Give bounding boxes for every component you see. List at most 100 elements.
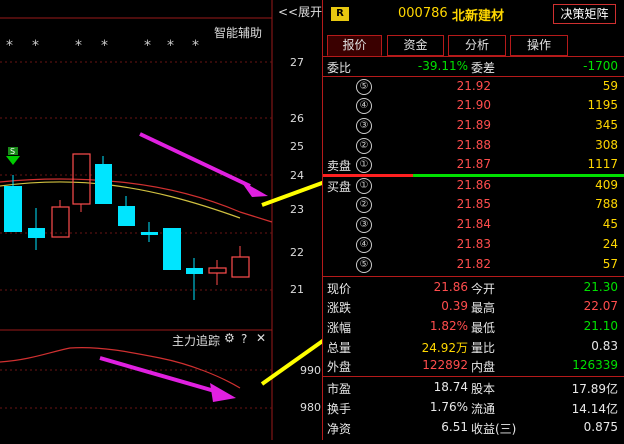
stat-label: 总量: [327, 341, 352, 355]
buy-price[interactable]: 21.85: [420, 197, 491, 211]
star-6: *: [167, 38, 174, 54]
sell-volume: 345: [595, 118, 618, 132]
level-badge: ③: [356, 217, 372, 233]
stat-value: 17.89亿: [571, 382, 618, 396]
candle: [4, 186, 22, 232]
star-4: *: [101, 38, 108, 54]
stat-value: 126339: [572, 358, 618, 372]
sell-ratio-bar: [323, 174, 413, 177]
kline-chart[interactable]: [0, 0, 424, 440]
stat-label: 净资: [327, 422, 352, 436]
price-tick: 22: [290, 246, 304, 259]
stat-label: 现价: [327, 282, 352, 296]
help-icon[interactable]: ?: [241, 332, 247, 346]
ma-line-red: [0, 178, 273, 223]
stat-value: 0.39: [441, 299, 468, 313]
star-3: *: [75, 38, 82, 54]
stat-value: 21.10: [583, 319, 618, 333]
stat-value: 18.74: [433, 380, 468, 394]
price-tick: 27: [290, 56, 304, 69]
weibi-label: 委比: [327, 61, 352, 75]
expand-button[interactable]: <<展开: [278, 3, 322, 20]
stat-label: 涨幅: [327, 321, 352, 335]
candle: [118, 206, 135, 226]
stat-value: 1.76%: [429, 400, 468, 414]
weicha-label: 委差: [471, 61, 496, 75]
indicator-curve: [0, 347, 241, 389]
stat-value: 0.875: [583, 420, 618, 434]
stat-value: 21.86: [433, 280, 468, 294]
sell-price[interactable]: 21.87: [420, 157, 491, 171]
sell-price[interactable]: 21.88: [420, 138, 491, 152]
buy-label: 买盘: [327, 180, 352, 194]
stock-name: 北新建材: [452, 9, 505, 24]
stat-value: 24.92万: [421, 341, 468, 355]
price-tick: 26: [290, 112, 304, 125]
gear-icon[interactable]: ⚙: [224, 331, 235, 345]
r-badge: R: [331, 7, 349, 21]
stat-label: 涨跌: [327, 301, 352, 315]
level-badge: ②: [356, 197, 372, 213]
kline-svg: [0, 0, 424, 440]
level-badge: ⑤: [356, 257, 372, 273]
level-badge: ⑤: [356, 79, 372, 95]
level-badge: ④: [356, 98, 372, 114]
stat-label: 股本: [471, 382, 496, 396]
sell-price[interactable]: 21.89: [420, 118, 491, 132]
sell-price[interactable]: 21.90: [420, 98, 491, 112]
indicator-tick: 990: [300, 364, 321, 377]
stat-label: 换手: [327, 402, 352, 416]
weibi-value: -39.11%: [417, 59, 468, 73]
sell-volume: 308: [595, 138, 618, 152]
sell-price[interactable]: 21.92: [420, 79, 491, 93]
close-icon[interactable]: ✕: [256, 331, 266, 345]
down-arrow-icon: [6, 156, 20, 165]
indicator-label[interactable]: 主力追踪: [172, 332, 220, 349]
tab-operation[interactable]: 操作: [510, 35, 568, 56]
price-tick: 21: [290, 283, 304, 296]
level-badge: ①: [356, 178, 372, 194]
candle: [141, 232, 158, 235]
buy-price[interactable]: 21.83: [420, 237, 491, 251]
stat-label: 内盘: [471, 360, 496, 374]
stat-value: 14.14亿: [571, 402, 618, 416]
level-badge: ④: [356, 237, 372, 253]
candles: [4, 153, 250, 300]
candle: [231, 256, 250, 278]
buy-volume: 45: [602, 217, 618, 231]
stat-value: 22.07: [583, 299, 618, 313]
stat-value: 6.51: [441, 420, 468, 434]
price-tick: 23: [290, 203, 304, 216]
stat-label: 收益(三): [471, 422, 517, 436]
buy-volume: 788: [595, 197, 618, 211]
sell-volume: 1195: [587, 98, 618, 112]
buy-volume: 409: [595, 178, 618, 192]
signal-label: S: [10, 147, 16, 156]
tab-quote[interactable]: 报价: [327, 35, 382, 56]
star-1: *: [6, 38, 13, 54]
candle: [208, 267, 227, 274]
assist-label[interactable]: 智能辅助: [214, 24, 262, 41]
row-divider: [323, 76, 624, 77]
star-5: *: [144, 38, 151, 54]
tab-funds[interactable]: 资金: [387, 35, 444, 56]
candle: [95, 164, 112, 204]
stat-label: 今开: [471, 282, 496, 296]
star-7: *: [192, 38, 199, 54]
buy-price[interactable]: 21.86: [420, 178, 491, 192]
level-badge: ①: [356, 157, 372, 173]
sell-volume: 1117: [587, 157, 618, 171]
stat-label: 流通: [471, 402, 496, 416]
candle: [28, 228, 45, 238]
star-2: *: [32, 38, 39, 54]
level-badge: ②: [356, 138, 372, 154]
buy-price[interactable]: 21.82: [420, 257, 491, 271]
decision-matrix-button[interactable]: 决策矩阵: [553, 4, 616, 24]
weicha-value: -1700: [583, 59, 618, 73]
stock-code: 000786: [398, 6, 448, 21]
stat-label: 最高: [471, 301, 496, 315]
tab-analysis[interactable]: 分析: [448, 35, 506, 56]
row-divider: [323, 276, 624, 277]
buy-price[interactable]: 21.84: [420, 217, 491, 231]
tab-underline: [323, 56, 624, 57]
